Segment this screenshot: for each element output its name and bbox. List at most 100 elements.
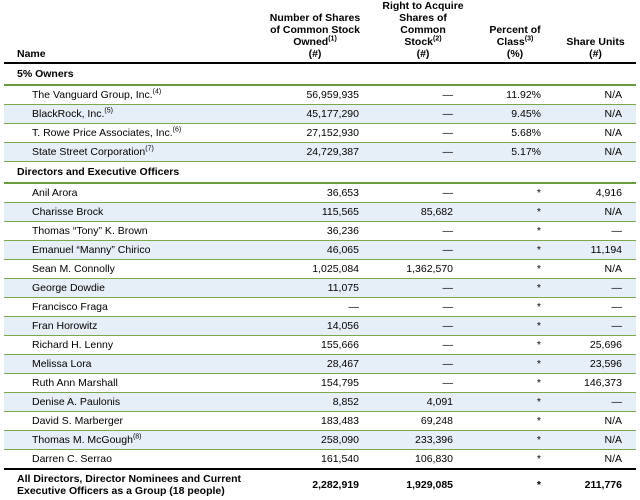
footnote-marker: (6) (172, 126, 182, 134)
right-to-acquire-cell: 4,091 (371, 392, 475, 412)
shares-owned-cell: 8,852 (259, 392, 371, 412)
holder-name-text: George Dowdie (32, 282, 105, 294)
table-row: Anil Arora 36,653— * 4,916 (4, 183, 636, 203)
table-row: Denise A. Paulonis 8,852 4,091 * — (4, 392, 636, 412)
table-row: Thomas “Tony” K. Brown 36,236— * — (4, 221, 636, 241)
right-to-acquire-cell: — (371, 104, 475, 124)
group-total-label: All Directors, Director Nominees and Cur… (4, 468, 259, 500)
section-title: Directors and Executive Officers (4, 161, 636, 184)
shares-owned-cell: 155,666 (259, 335, 371, 355)
percent-of-class-cell: * (475, 297, 555, 317)
right-to-acquire-cell: 106,830 (371, 449, 475, 470)
table-row: Emanuel “Manny” Chirico 46,065— * 11,194 (4, 240, 636, 260)
holder-name-text: Emanuel “Manny” Chirico (32, 244, 151, 256)
footnote-marker: (5) (104, 107, 113, 115)
table-row: Charisse Brock 115,565 85,682 * N/A (4, 202, 636, 222)
share-units-cell: 25,696 (555, 335, 636, 355)
percent-of-class-cell: * (475, 335, 555, 355)
footnote-marker: (8) (132, 433, 142, 441)
holder-name-text: BlackRock, Inc. (32, 108, 105, 120)
right-to-acquire-cell: — (371, 221, 475, 241)
holder-name: Thomas “Tony” K. Brown (4, 221, 259, 241)
table-row: Fran Horowitz 14,056— * — (4, 316, 636, 336)
right-to-acquire-cell: — (371, 142, 475, 162)
shares-owned-cell: 46,065 (259, 240, 371, 260)
percent-of-class-cell: * (475, 411, 555, 431)
shares-owned-cell: 36,653 (259, 183, 371, 203)
holder-name-text: Denise A. Paulonis (32, 396, 121, 408)
right-to-acquire-cell: — (371, 278, 475, 298)
table-row: George Dowdie 11,075— * — (4, 278, 636, 298)
beneficial-ownership-table: Name Number of Shares of Common Stock Ow… (4, 0, 636, 500)
holder-name-text: Francisco Fraga (32, 301, 108, 313)
percent-of-class-cell: * (475, 316, 555, 336)
share-units-cell: 23,596 (555, 354, 636, 374)
percent-of-class-column-header: Percent of Class(3) (%) (475, 0, 555, 64)
table-row: Francisco Fraga — — * — (4, 297, 636, 317)
percent-of-class-cell: * (475, 259, 555, 279)
share-units-cell: N/A (555, 123, 636, 143)
percent-of-class-cell: 11.92% (475, 85, 555, 105)
percent-of-class-cell: * (475, 354, 555, 374)
right-to-acquire-column-header: Right to Acquire Shares of Common Stock(… (371, 0, 475, 64)
percent-of-class-cell: * (475, 278, 555, 298)
table-body: 5% Owners The Vanguard Group, Inc.(4) 56,… (4, 62, 636, 500)
shares-owned-cell: 27,152,930 (259, 123, 371, 143)
share-units-cell: N/A (555, 85, 636, 105)
holder-name: Melissa Lora (4, 354, 259, 374)
footnote-marker: (7) (145, 145, 154, 153)
percent-of-class-cell: 5.17% (475, 142, 555, 162)
table-row: BlackRock, Inc.(5) 45,177,290—9.45% N/A (4, 104, 636, 124)
shares-owned-cell: 24,729,387 (259, 142, 371, 162)
holder-name-text: T. Rowe Price Associates, Inc. (32, 127, 173, 139)
shares-owned-cell: 2,282,919 (259, 468, 371, 500)
share-units-cell: N/A (555, 449, 636, 470)
shares-owned-cell: 258,090 (259, 430, 371, 450)
percent-of-class-cell: * (475, 468, 555, 500)
holder-name-text: Thomas M. McGough (32, 434, 133, 446)
holder-name-text: Ruth Ann Marshall (32, 377, 118, 389)
shares-owned-cell: 154,795 (259, 373, 371, 393)
table-row: State Street Corporation(7) 24,729,387—5.… (4, 142, 636, 162)
right-to-acquire-cell: 69,248 (371, 411, 475, 431)
shares-owned-cell: 45,177,290 (259, 104, 371, 124)
right-to-acquire-cell: — (371, 354, 475, 374)
holder-name: Fran Horowitz (4, 316, 259, 336)
share-units-cell: N/A (555, 259, 636, 279)
share-units-cell: 4,916 (555, 183, 636, 203)
holder-name-text: Fran Horowitz (32, 320, 98, 332)
table-row: Sean M. Connolly 1,025,084 1,362,570 * N/A (4, 259, 636, 279)
share-units-cell: N/A (555, 142, 636, 162)
percent-of-class-cell: * (475, 240, 555, 260)
table-row: Darren C. Serrao 161,540 106,830 * N/A (4, 449, 636, 470)
shares-owned-column-header: Number of Shares of Common Stock Owned(1… (259, 0, 371, 64)
shares-owned-cell: 28,467 (259, 354, 371, 374)
right-to-acquire-cell: 233,396 (371, 430, 475, 450)
right-to-acquire-cell: — (371, 335, 475, 355)
shares-owned-cell: 161,540 (259, 449, 371, 470)
shares-owned-cell: 1,025,084 (259, 259, 371, 279)
holder-name: Francisco Fraga (4, 297, 259, 317)
holder-name-text: Charisse Brock (32, 206, 104, 218)
table-row: Richard H. Lenny 155,666— * 25,696 (4, 335, 636, 355)
percent-of-class-cell: 9.45% (475, 104, 555, 124)
shares-owned-cell: 14,056 (259, 316, 371, 336)
holder-name: Ruth Ann Marshall (4, 373, 259, 393)
percent-of-class-cell: * (475, 202, 555, 222)
percent-of-class-cell: 5.68% (475, 123, 555, 143)
holder-name-text: State Street Corporation (32, 146, 146, 158)
share-units-cell: N/A (555, 411, 636, 431)
percent-of-class-cell: * (475, 430, 555, 450)
table-header-row: Name Number of Shares of Common Stock Ow… (4, 0, 636, 64)
holder-name-text: The Vanguard Group, Inc. (32, 89, 153, 101)
holder-name: Richard H. Lenny (4, 335, 259, 355)
percent-of-class-cell: * (475, 449, 555, 470)
holder-name: Thomas M. McGough(8) (4, 430, 259, 450)
share-units-column-header: Share Units (#) (555, 0, 636, 64)
right-to-acquire-cell: — (371, 123, 475, 143)
right-to-acquire-cell: — (371, 85, 475, 105)
holder-name-text: Sean M. Connolly (32, 263, 115, 275)
holder-name-text: Melissa Lora (32, 358, 92, 370)
table-row: Thomas M. McGough(8) 258,090 233,396 * N/A (4, 430, 636, 450)
right-to-acquire-cell: — (371, 316, 475, 336)
